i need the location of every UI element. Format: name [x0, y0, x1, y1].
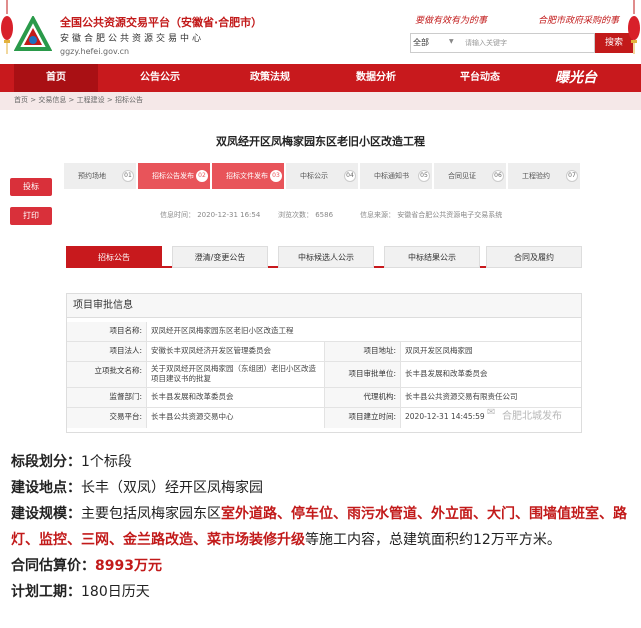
notice-tabs: 招标公告 澄清/变更公告 中标候选人公示 中标结果公示 合同及履约 — [66, 246, 582, 268]
table-row: 项目名称: 双凤经开区凤梅家园东区老旧小区改造工程 — [67, 322, 581, 342]
value: 长丰（双凤）经开区凤梅家园 — [81, 480, 263, 496]
nav-item-platform-news[interactable]: 平台动态 — [438, 64, 522, 92]
info-source: 信息来源： 安徽省合肥公共资源电子交易系统 — [360, 211, 503, 219]
tab-tender-notice[interactable]: 招标公告 — [66, 246, 162, 268]
row-value: 安徽长丰双凤经济开发区管理委员会 — [147, 342, 325, 361]
value: 等施工内容，总建筑面积约12万平方米。 — [305, 532, 561, 548]
row-label: 项目建立时间: — [325, 408, 401, 428]
step-label: 预约场地 — [78, 172, 106, 180]
label: 合同估算价： — [11, 558, 95, 574]
step-number: 05 — [418, 170, 430, 182]
search-scope-select[interactable]: 全部 — [413, 37, 429, 48]
label: 建设规模： — [11, 506, 81, 522]
view-count: 浏览次数： 6586 — [278, 211, 334, 219]
watermark: 合肥北城发布 — [502, 411, 562, 422]
step-3[interactable]: 招标文件发布 03 — [212, 163, 284, 189]
print-button[interactable]: 打印 — [10, 207, 52, 225]
row-value: 双凤开发区凤梅家园 — [405, 346, 473, 355]
process-steps: 预约场地 01 招标公告发布 02 招标文件发布 03 中标公示 04 中标通知书 05 … — [64, 163, 584, 189]
step-label: 工程验约 — [522, 172, 550, 180]
article-line: 合同估算价：8993万元 — [11, 553, 636, 579]
wechat-icon: ✉ — [487, 407, 496, 418]
article-line: 计划工期：180日历天 — [11, 579, 636, 605]
step-label: 招标公告发布 — [152, 172, 194, 180]
chevron-down-icon[interactable]: ▼ — [449, 38, 454, 45]
row-label: 项目地址: — [325, 342, 401, 361]
site-header: 全国公共资源交易平台（安徽省·合肥市） 安徽合肥公共资源交易中心 ggzy.he… — [0, 0, 641, 64]
row-label: 项目法人: — [67, 342, 147, 361]
step-label: 合同见证 — [448, 172, 476, 180]
step-number: 03 — [270, 170, 282, 182]
step-number: 02 — [196, 170, 208, 182]
step-number: 01 — [122, 170, 134, 182]
value: 8993万元 — [95, 558, 162, 574]
value: 180日历天 — [81, 584, 150, 600]
article-body: 标段划分：1个标段 建设地点：长丰（双凤）经开区凤梅家园 建设规模：主要包括凤梅… — [11, 449, 636, 605]
row-value: 长丰县公共资源交易中心 — [147, 408, 325, 428]
breadcrumb[interactable]: 首页 > 交易信息 > 工程建设 > 招标公告 — [14, 95, 143, 109]
row-value: 长丰县发展和改革委员会 — [147, 388, 325, 407]
table-row: 立项批文名称: 关于双凤经开区凤梅家园（东组团）老旧小区改造项目建议书的批复 项… — [67, 362, 581, 388]
lantern-left-icon — [1, 0, 13, 54]
article-line: 建设地点：长丰（双凤）经开区凤梅家园 — [11, 475, 636, 501]
search-box[interactable]: 全部 ▼ 请输入关键字 — [410, 33, 595, 53]
main-nav: 首页 公告公示 政策法规 数据分析 平台动态 曝光台 — [0, 64, 641, 92]
exposure-logo[interactable]: 曝光台 — [555, 67, 597, 87]
step-number: 06 — [492, 170, 504, 182]
bid-button[interactable]: 投标 — [10, 178, 52, 196]
row-value: 关于双凤经开区凤梅家园（东组团）老旧小区改造项目建议书的批复 — [147, 362, 325, 387]
article-line: 标段划分：1个标段 — [11, 449, 636, 475]
step-1[interactable]: 预约场地 01 — [64, 163, 136, 189]
site-title[interactable]: 全国公共资源交易平台（安徽省·合肥市） — [60, 14, 262, 30]
row-label: 立项批文名称: — [67, 362, 147, 387]
panel-title: 项目审批信息 — [67, 294, 581, 318]
article-line: 建设规模：主要包括凤梅家园东区室外道路、停车位、雨污水管道、外立面、大门、围墙值… — [11, 501, 636, 553]
value: 1个标段 — [81, 454, 132, 470]
lantern-right-icon — [628, 0, 640, 54]
nav-item-announcements[interactable]: 公告公示 — [118, 64, 202, 92]
nav-item-home[interactable]: 首页 — [14, 64, 98, 92]
value: 主要包括凤梅家园东区 — [81, 506, 221, 522]
site-logo-icon[interactable] — [14, 16, 52, 54]
site-url: ggzy.hefei.gov.cn — [60, 47, 130, 56]
tab-clarification[interactable]: 澄清/变更公告 — [172, 246, 268, 268]
step-4[interactable]: 中标公示 04 — [286, 163, 358, 189]
row-value: 双凤经开区凤梅家园东区老旧小区改造工程 — [151, 326, 294, 335]
row-label: 交易平台: — [67, 408, 147, 428]
slogan-left: 要做有效有为的事 — [415, 16, 488, 26]
table-row: 项目法人: 安徽长丰双凤经济开发区管理委员会 项目地址: 双凤开发区凤梅家园 — [67, 342, 581, 362]
search-input[interactable]: 请输入关键字 — [465, 38, 507, 48]
tab-results[interactable]: 中标结果公示 — [384, 246, 480, 268]
row-label: 项目审批单位: — [325, 362, 401, 387]
step-2[interactable]: 招标公告发布 02 — [138, 163, 210, 189]
step-label: 中标公示 — [300, 172, 328, 180]
nav-item-policies[interactable]: 政策法规 — [228, 64, 312, 92]
step-label: 招标文件发布 — [226, 172, 268, 180]
row-label: 项目名称: — [67, 322, 147, 341]
tab-candidates[interactable]: 中标候选人公示 — [278, 246, 374, 268]
step-label: 中标通知书 — [374, 172, 409, 180]
step-6[interactable]: 合同见证 06 — [434, 163, 506, 189]
site-subtitle: 安徽合肥公共资源交易中心 — [60, 34, 205, 44]
table-row: 监督部门: 长丰县发展和改革委员会 代理机构: 长丰县公共资源交易有限责任公司 — [67, 388, 581, 408]
row-label: 监督部门: — [67, 388, 147, 407]
step-number: 04 — [344, 170, 356, 182]
row-label: 代理机构: — [325, 388, 401, 407]
label: 计划工期： — [11, 584, 81, 600]
tab-contract[interactable]: 合同及履约 — [486, 246, 582, 268]
label: 建设地点： — [11, 480, 81, 496]
step-7[interactable]: 工程验约 07 — [508, 163, 580, 189]
page-title: 双凤经开区凤梅家园东区老旧小区改造工程 — [216, 135, 425, 148]
label: 标段划分： — [11, 454, 81, 470]
row-value: 长丰县发展和改革委员会 — [405, 369, 488, 378]
row-value: 长丰县公共资源交易有限责任公司 — [405, 392, 518, 401]
step-number: 07 — [566, 170, 578, 182]
nav-item-data[interactable]: 数据分析 — [334, 64, 418, 92]
slogan-right: 合肥市政府采购的事 — [538, 16, 620, 26]
info-time: 信息时间： 2020-12-31 16:54 — [160, 211, 261, 219]
step-5[interactable]: 中标通知书 05 — [360, 163, 432, 189]
